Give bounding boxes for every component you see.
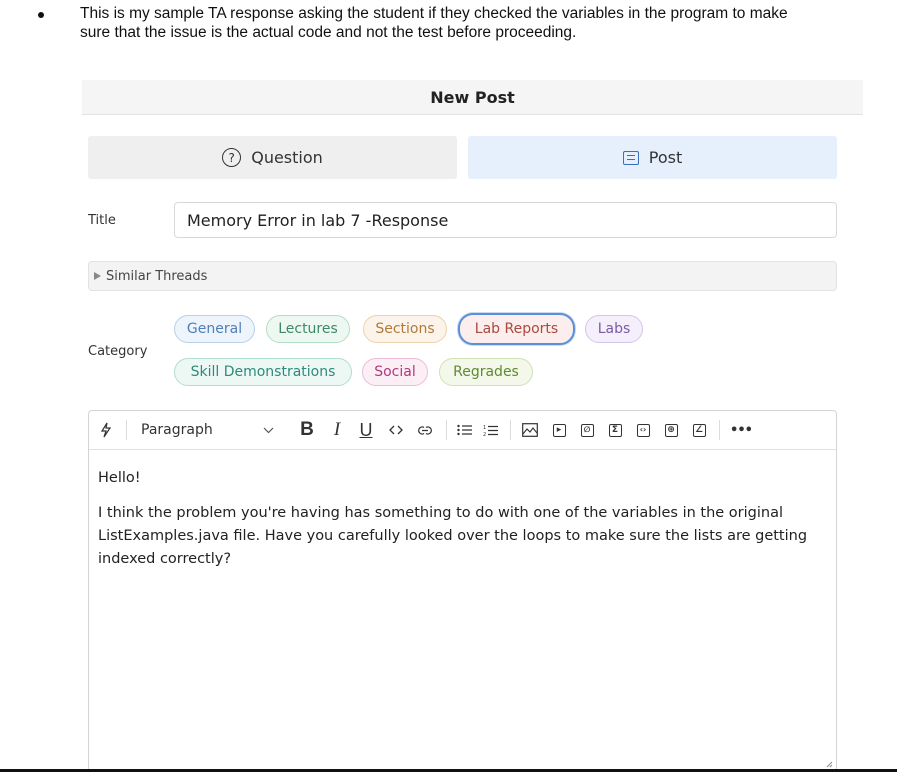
bullet-dot — [38, 12, 44, 18]
toolbar-divider — [510, 420, 511, 440]
title-label: Title — [88, 213, 116, 228]
category-label: Category — [88, 344, 148, 359]
body-paragraph: I think the problem you're having has so… — [98, 505, 808, 567]
category-chip-labs[interactable]: Labs — [585, 315, 643, 343]
lightning-icon[interactable] — [97, 411, 115, 449]
resize-grip-icon[interactable] — [825, 760, 833, 768]
title-value: Memory Error in lab 7 -Response — [187, 210, 449, 230]
bullet-list-icon[interactable] — [454, 411, 476, 449]
category-chip-social[interactable]: Social — [362, 358, 428, 386]
formatting-toolbar: Paragraph B I U 12 ▸ ∅ Σ ‹› ⊕ ∠ ••• — [89, 411, 836, 450]
svg-text:1: 1 — [483, 425, 486, 431]
paragraph-style-select[interactable]: Paragraph — [141, 411, 281, 449]
chevron-down-icon — [263, 427, 274, 433]
web-embed-icon[interactable]: ⊕ — [659, 411, 683, 449]
more-options-button[interactable]: ••• — [727, 411, 755, 449]
post-icon — [622, 150, 639, 165]
body-greeting: Hello! — [98, 470, 141, 486]
inline-code-icon[interactable] — [385, 411, 407, 449]
new-post-header: New Post — [82, 80, 863, 115]
toolbar-divider — [446, 420, 447, 440]
svg-text:2: 2 — [483, 432, 486, 437]
italic-button[interactable]: I — [325, 411, 349, 449]
type-post-button[interactable]: Post — [468, 136, 837, 179]
new-post-editor: New Post ? Question Post Title Memory Er… — [82, 80, 863, 772]
title-input[interactable]: Memory Error in lab 7 -Response — [174, 202, 837, 238]
underline-button[interactable]: U — [354, 411, 378, 449]
expand-triangle-icon — [94, 272, 101, 280]
post-body-editor[interactable]: Paragraph B I U 12 ▸ ∅ Σ ‹› ⊕ ∠ ••• Hell… — [88, 410, 837, 772]
question-circle-icon: ? — [222, 148, 242, 167]
post-body-content[interactable]: Hello! I think the problem you're having… — [98, 467, 826, 583]
attachment-icon[interactable]: ∅ — [575, 411, 599, 449]
math-icon[interactable]: Σ — [603, 411, 627, 449]
image-icon[interactable] — [518, 411, 542, 449]
drawing-icon[interactable]: ∠ — [687, 411, 711, 449]
video-icon[interactable]: ▸ — [547, 411, 571, 449]
link-icon[interactable] — [413, 411, 437, 449]
toolbar-divider — [719, 420, 720, 440]
category-chip-regrades[interactable]: Regrades — [439, 358, 533, 386]
intro-text: This is my sample TA response asking the… — [80, 5, 788, 41]
similar-threads-toggle[interactable]: Similar Threads — [88, 261, 837, 291]
category-chip-general[interactable]: General — [174, 315, 255, 343]
numbered-list-icon[interactable]: 12 — [480, 411, 502, 449]
toolbar-divider — [126, 420, 127, 440]
category-chip-lab-reports[interactable]: Lab Reports — [458, 313, 575, 345]
code-block-icon[interactable]: ‹› — [631, 411, 655, 449]
bold-button[interactable]: B — [295, 411, 319, 449]
category-chip-sections[interactable]: Sections — [363, 315, 447, 343]
type-post-label: Post — [648, 148, 683, 167]
similar-threads-label: Similar Threads — [106, 268, 208, 284]
category-chip-skill-demonstrations[interactable]: Skill Demonstrations — [174, 358, 352, 386]
type-question-button[interactable]: ? Question — [88, 136, 457, 179]
category-chip-lectures[interactable]: Lectures — [266, 315, 350, 343]
intro-bullet: This is my sample TA response asking the… — [38, 4, 858, 42]
paragraph-style-value: Paragraph — [141, 422, 213, 438]
type-question-label: Question — [251, 148, 323, 167]
